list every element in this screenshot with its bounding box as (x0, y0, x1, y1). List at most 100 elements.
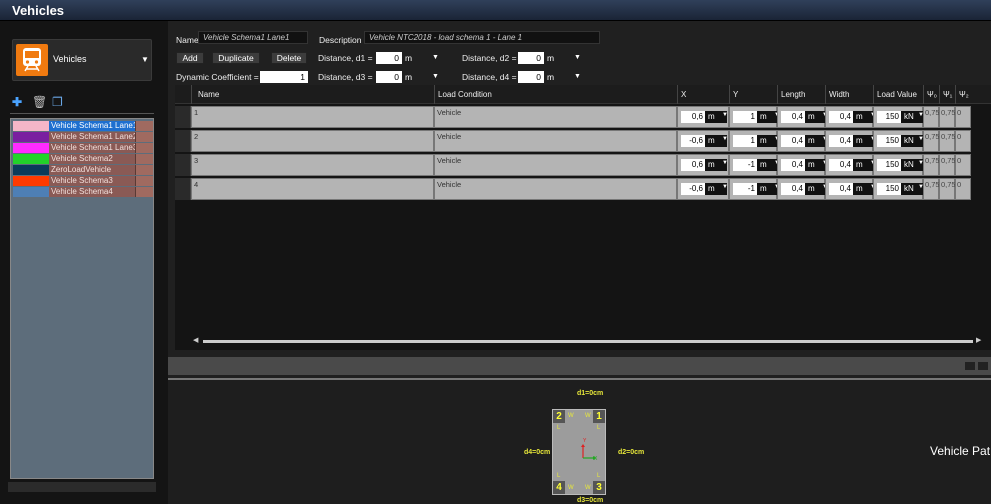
cell-load-condition[interactable]: Vehicle (434, 130, 677, 152)
column-header-psi0[interactable]: Ψ₀ (923, 85, 939, 104)
row-selector[interactable] (175, 106, 191, 128)
list-item[interactable]: Vehicle Schema3 (13, 176, 153, 186)
cell-y[interactable]: 1 m ▼ (729, 106, 780, 128)
row-selector[interactable] (175, 130, 191, 152)
cell-load-condition[interactable]: Vehicle (434, 106, 677, 128)
splitter-button[interactable] (978, 362, 988, 370)
load-value[interactable]: 150 (877, 111, 901, 123)
cell-length[interactable]: 0,4 m ▼ (777, 130, 828, 152)
table-row[interactable]: 2 Vehicle -0,6 m ▼ 1 m ▼ 0,4 m ▼ 0,4 m ▼ (175, 130, 991, 152)
y-value[interactable]: 1 (733, 135, 757, 147)
column-header-name[interactable]: Name (191, 85, 434, 104)
table-row[interactable]: 1 Vehicle 0,6 m ▼ 1 m ▼ 0,4 m ▼ 0,4 m ▼ (175, 106, 991, 128)
list-item[interactable]: Vehicle Schema1 Lane1 (13, 121, 153, 131)
vehicles-dropdown[interactable]: Vehicles ▼ (12, 39, 152, 81)
x-value[interactable]: -0,6 (681, 135, 705, 147)
width-value[interactable]: 0,4 (829, 111, 853, 123)
y-value[interactable]: 1 (733, 111, 757, 123)
scroll-left-icon[interactable]: ◀ (193, 336, 198, 344)
row-selector[interactable] (175, 178, 191, 200)
x-value[interactable]: 0,6 (681, 111, 705, 123)
cell-name[interactable]: 2 (191, 130, 434, 152)
list-item[interactable]: Vehicle Schema4 (13, 187, 153, 197)
cell-psi1[interactable]: 0,75 (939, 130, 956, 152)
distance-d2-input[interactable]: 0 (518, 52, 544, 64)
column-header-y[interactable]: Y (729, 85, 777, 104)
list-item[interactable]: Vehicle Schema1 Lane3 (13, 143, 153, 153)
x-value[interactable]: 0,6 (681, 159, 705, 171)
cell-name[interactable]: 1 (191, 106, 434, 128)
cell-psi1[interactable]: 0,75 (939, 154, 956, 176)
column-header-width[interactable]: Width (825, 85, 873, 104)
cell-x[interactable]: 0,6 m ▼ (677, 154, 729, 176)
add-icon[interactable]: ✚ (12, 95, 22, 109)
column-header-psi2[interactable]: Ψ₂ (955, 85, 971, 104)
load-value[interactable]: 150 (877, 183, 901, 195)
cell-psi2[interactable]: 0 (955, 154, 971, 176)
column-header-load-condition[interactable]: Load Condition (434, 85, 677, 104)
cell-y[interactable]: -1 m ▼ (729, 178, 780, 200)
cell-load-condition[interactable]: Vehicle (434, 178, 677, 200)
cell-y[interactable]: -1 m ▼ (729, 154, 780, 176)
list-item[interactable]: Vehicle Schema1 Lane2 (13, 132, 153, 142)
splitter-button[interactable] (965, 362, 975, 370)
cell-load-value[interactable]: 150 kN ▼ (873, 178, 924, 200)
width-value[interactable]: 0,4 (829, 135, 853, 147)
length-value[interactable]: 0,4 (781, 183, 805, 195)
cell-psi0[interactable]: 0,75 (923, 178, 940, 200)
distance-d1-input[interactable]: 0 (376, 52, 402, 64)
cell-psi0[interactable]: 0,75 (923, 154, 940, 176)
width-value[interactable]: 0,4 (829, 183, 853, 195)
column-header-psi1[interactable]: Ψ₁ (939, 85, 955, 104)
row-selector[interactable] (175, 154, 191, 176)
cell-x[interactable]: 0,6 m ▼ (677, 106, 729, 128)
add-button[interactable]: Add (176, 52, 204, 64)
list-item[interactable]: ZeroLoadVehicle (13, 165, 153, 175)
column-header-load-value[interactable]: Load Value (873, 85, 923, 104)
list-item[interactable]: Vehicle Schema2 (13, 154, 153, 164)
scroll-right-icon[interactable]: ▶ (976, 336, 981, 344)
delete-icon[interactable]: 🗑 (32, 95, 47, 109)
table-row[interactable]: 3 Vehicle 0,6 m ▼ -1 m ▼ 0,4 m ▼ 0,4 m ▼ (175, 154, 991, 176)
vehicle-list[interactable]: Vehicle Schema1 Lane1 Vehicle Schema1 La… (10, 118, 154, 479)
chevron-down-icon[interactable]: ▼ (574, 73, 581, 80)
y-value[interactable]: -1 (733, 159, 757, 171)
cell-psi0[interactable]: 0,75 (923, 130, 940, 152)
delete-button[interactable]: Delete (271, 52, 307, 64)
cell-width[interactable]: 0,4 m ▼ (825, 178, 876, 200)
cell-length[interactable]: 0,4 m ▼ (777, 178, 828, 200)
cell-load-value[interactable]: 150 kN ▼ (873, 106, 924, 128)
cell-y[interactable]: 1 m ▼ (729, 130, 780, 152)
cell-psi2[interactable]: 0 (955, 130, 971, 152)
column-header-x[interactable]: X (677, 85, 729, 104)
chevron-down-icon[interactable]: ▼ (574, 54, 581, 61)
cell-width[interactable]: 0,4 m ▼ (825, 154, 876, 176)
distance-d3-input[interactable]: 0 (376, 71, 402, 83)
column-header-length[interactable]: Length (777, 85, 825, 104)
cell-load-value[interactable]: 150 kN ▼ (873, 154, 924, 176)
dynamic-coefficient-input[interactable]: 1 (260, 71, 308, 83)
x-value[interactable]: -0,6 (681, 183, 705, 195)
chevron-down-icon[interactable]: ▼ (432, 73, 439, 80)
cell-width[interactable]: 0,4 m ▼ (825, 106, 876, 128)
cell-x[interactable]: -0,6 m ▼ (677, 130, 729, 152)
cell-x[interactable]: -0,6 m ▼ (677, 178, 729, 200)
cell-length[interactable]: 0,4 m ▼ (777, 154, 828, 176)
cell-load-value[interactable]: 150 kN ▼ (873, 130, 924, 152)
name-input[interactable]: Vehicle Schema1 Lane1 (198, 31, 308, 44)
cell-psi2[interactable]: 0 (955, 178, 971, 200)
length-value[interactable]: 0,4 (781, 111, 805, 123)
horizontal-scrollbar[interactable] (8, 482, 156, 492)
load-value[interactable]: 150 (877, 135, 901, 147)
table-row[interactable]: 4 Vehicle -0,6 m ▼ -1 m ▼ 0,4 m ▼ 0,4 m … (175, 178, 991, 200)
length-value[interactable]: 0,4 (781, 135, 805, 147)
y-value[interactable]: -1 (733, 183, 757, 195)
chevron-down-icon[interactable]: ▼ (432, 54, 439, 61)
cell-psi1[interactable]: 0,75 (939, 178, 956, 200)
load-value[interactable]: 150 (877, 159, 901, 171)
distance-d4-input[interactable]: 0 (518, 71, 544, 83)
cell-width[interactable]: 0,4 m ▼ (825, 130, 876, 152)
horizontal-scrollbar[interactable] (203, 340, 973, 343)
cell-psi0[interactable]: 0,75 (923, 106, 940, 128)
duplicate-button[interactable]: Duplicate (212, 52, 260, 64)
